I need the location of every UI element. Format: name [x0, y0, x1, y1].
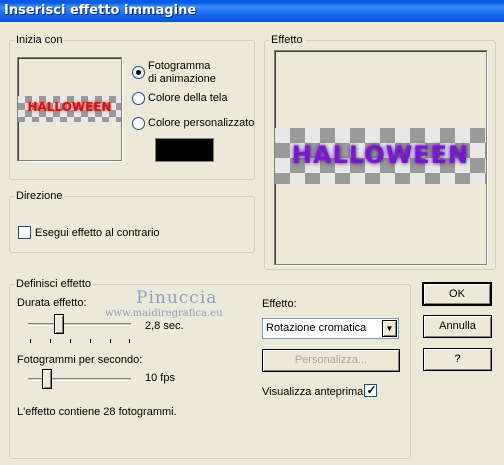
effect-type-label: Effetto: — [262, 298, 297, 310]
effect-preview-text: HALLOWEEN — [291, 141, 470, 169]
custom-color-swatch[interactable] — [155, 138, 214, 162]
radio-animation-frame-label-1: Fotogramma — [148, 60, 211, 72]
effect-type-value: Rotazione cromatica — [266, 322, 367, 334]
duration-tick — [90, 339, 91, 343]
radio-animation-frame-label-2: di animazione — [148, 73, 216, 85]
duration-tick — [70, 339, 71, 343]
watermark-site: www.maidiregrafica.eu — [105, 308, 223, 319]
customize-button[interactable]: Personalizza... — [262, 349, 400, 372]
radio-custom-color-label: Colore personalizzato — [148, 117, 255, 129]
cancel-button[interactable]: Annulla — [423, 315, 492, 338]
start-preview: HALLOWEEN — [17, 57, 122, 161]
show-preview-label: Visualizza anteprima — [262, 386, 364, 398]
ok-button[interactable]: OK — [422, 282, 492, 306]
duration-tick — [110, 339, 111, 343]
direction-group: Direzione — [9, 190, 255, 253]
chevron-down-icon[interactable]: ▼ — [382, 320, 397, 337]
direction-legend: Direzione — [16, 190, 63, 202]
frames-info: L'effetto contiene 28 fotogrammi. — [17, 406, 177, 418]
help-button[interactable]: ? — [423, 348, 492, 371]
duration-tick — [30, 339, 31, 343]
duration-value: 2,8 sec. — [145, 320, 184, 332]
checkmark-icon: ✓ — [366, 383, 377, 397]
reverse-effect-label: Esegui effetto al contrario — [35, 227, 160, 239]
title-bar: Inserisci effetto immagine — [0, 0, 504, 22]
radio-animation-frame[interactable] — [132, 66, 145, 79]
fps-value: 10 fps — [145, 372, 175, 384]
start-preview-text: HALLOWEEN — [27, 100, 112, 114]
effect-preview: HALLOWEEN — [274, 50, 487, 265]
start-with-legend: Inizia con — [16, 34, 63, 46]
effect-preview-legend: Effetto — [271, 34, 303, 46]
define-effect-legend: Definisci effetto — [16, 278, 92, 290]
window-title: Inserisci effetto immagine — [4, 3, 197, 18]
watermark-name: Pinuccia — [136, 288, 218, 308]
duration-tick — [129, 339, 130, 343]
fps-slider-thumb[interactable] — [42, 369, 52, 389]
reverse-effect-checkbox[interactable] — [18, 226, 31, 239]
radio-custom-color[interactable] — [132, 117, 145, 130]
duration-label: Durata effetto: — [17, 297, 87, 309]
radio-canvas-color[interactable] — [132, 92, 145, 105]
duration-slider-track[interactable] — [28, 323, 131, 326]
duration-slider-thumb[interactable] — [54, 314, 64, 334]
duration-tick — [50, 339, 51, 343]
effect-type-select[interactable]: Rotazione cromatica ▼ — [262, 318, 399, 339]
radio-canvas-color-label: Colore della tela — [148, 92, 228, 104]
show-preview-checkbox[interactable]: ✓ — [364, 383, 377, 397]
fps-label: Fotogrammi per secondo: — [17, 354, 143, 366]
